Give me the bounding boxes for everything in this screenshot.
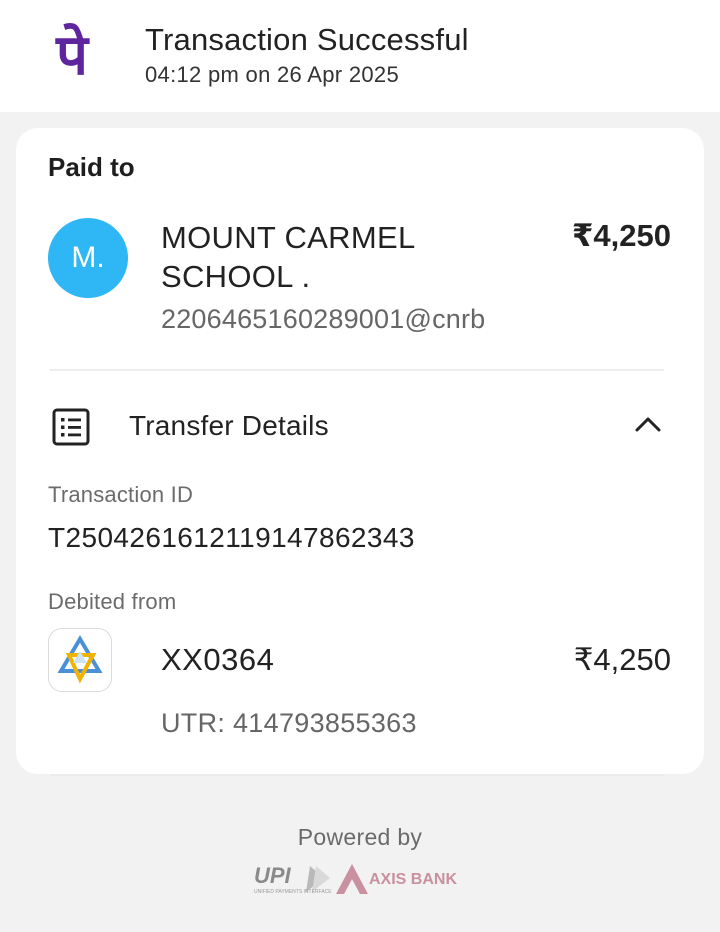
- phonepe-logo-icon: पे: [55, 22, 90, 88]
- axis-bank-text: AXIS BANK: [369, 871, 457, 888]
- svg-text:पे: पे: [55, 22, 90, 88]
- bank-logo-icon: [48, 628, 112, 692]
- debited-account: XX0364: [161, 642, 275, 677]
- divider: [50, 369, 664, 371]
- partner-logos: UPI UNIFIED PAYMENTS INTERFACE AXIS BANK: [254, 863, 457, 895]
- axis-bank-logo-icon: AXIS BANK: [336, 864, 457, 894]
- paid-amount: ₹4,250: [571, 218, 671, 253]
- header: पे Transaction Successful 04:12 pm on 26…: [0, 0, 720, 112]
- upi-tagline: UNIFIED PAYMENTS INTERFACE: [254, 889, 332, 895]
- paid-to-heading: Paid to: [48, 152, 135, 182]
- utr-number: UTR: 414793855363: [161, 708, 417, 738]
- bottom-divider: [50, 774, 664, 776]
- transaction-id-label: Transaction ID: [48, 482, 194, 507]
- payee-name: MOUNT CARMEL SCHOOL .: [161, 220, 415, 294]
- debited-from-label: Debited from: [48, 589, 177, 614]
- transfer-details-toggle[interactable]: Transfer Details: [129, 410, 329, 442]
- transaction-card: Paid to M. MOUNT CARMEL SCHOOL . 2206465…: [16, 128, 704, 774]
- upi-logo-icon: UPI UNIFIED PAYMENTS INTERFACE: [254, 863, 332, 895]
- avatar-initial: M.: [71, 241, 105, 274]
- transaction-timestamp: 04:12 pm on 26 Apr 2025: [145, 62, 399, 87]
- chevron-up-icon[interactable]: [634, 414, 662, 434]
- avatar: M.: [48, 218, 128, 298]
- transaction-id-value: T2504261612119147862343: [48, 522, 415, 553]
- receipt-list-icon: [52, 408, 90, 446]
- debited-amount: ₹4,250: [573, 642, 671, 677]
- powered-by-label: Powered by: [297, 824, 423, 850]
- page-title: Transaction Successful: [145, 22, 469, 57]
- payee-upi-id: 220646516028900​1@cnrb: [161, 304, 486, 334]
- upi-logo-text: UPI: [254, 863, 292, 888]
